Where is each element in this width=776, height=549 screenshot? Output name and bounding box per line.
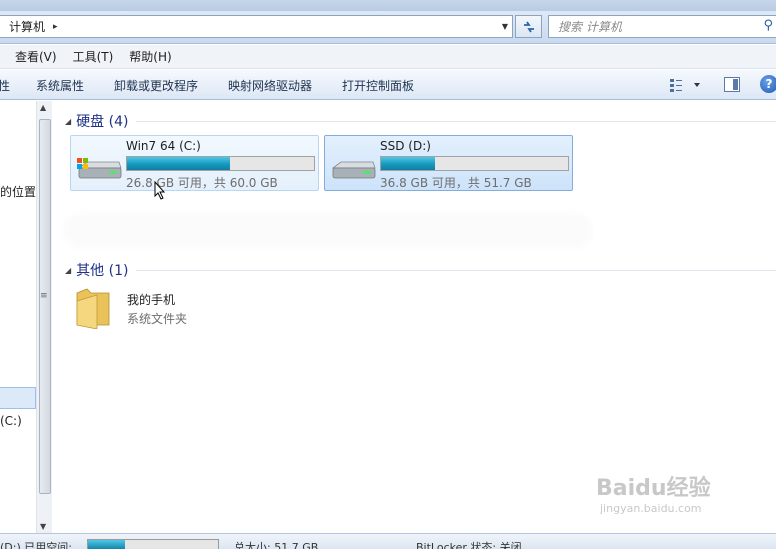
watermark-logo: Baidu经验 [596,476,711,501]
scroll-up-icon[interactable]: ▲ [40,103,46,112]
scroll-grip-icon: ≡ [40,291,47,301]
collapse-arrow-icon[interactable]: ◢ [65,117,71,126]
nav-scrollbar[interactable]: ▲ ≡ ▼ [36,101,52,533]
status-bar: (D:) 已用空间: 总大小: 51.7 GB BitLocker 状态: 关闭 [0,533,776,549]
change-view-button[interactable] [668,77,704,93]
window-titlebar [0,0,776,11]
address-dropdown-icon[interactable]: ▼ [502,22,508,31]
scroll-thumb[interactable] [39,119,51,494]
folder-icon [76,288,110,329]
folder-name: 我的手机 [127,293,176,307]
menu-view[interactable]: 查看(V) [15,48,57,65]
drive-tile-c[interactable]: Win7 64 (C:) 26.8 GB 可用，共 60.0 GB [70,135,319,191]
mouse-cursor-icon [154,181,166,200]
drive-tile-d[interactable]: SSD (D:) 36.8 GB 可用，共 51.7 GB [324,135,573,191]
group-title-other: 其他 (1) [76,263,129,279]
view-options-icon [670,79,700,92]
group-header-other[interactable]: ◢ 其他 (1) [65,260,776,280]
status-total-size: 总大小: 51.7 GB [234,541,319,549]
search-placeholder: 搜索 计算机 [558,20,622,34]
drive-capacity: 36.8 GB 可用，共 51.7 GB [380,176,532,190]
refresh-button[interactable] [515,15,542,38]
drive-usage-bar [126,156,315,171]
map-network-drive-button[interactable]: 映射网络驱动器 [228,77,312,94]
drive-usage-bar [380,156,569,171]
menu-tools[interactable]: 工具(T) [73,48,114,65]
search-input[interactable]: 搜索 计算机 ⚲ [548,15,776,38]
baidu-watermark: Baidu经验 jingyan.baidu.com [596,470,766,532]
drive-usage-fill [381,157,435,170]
nav-item-locations[interactable]: 的位置 [0,183,36,200]
drive-name: Win7 64 (C:) [126,139,201,153]
drive-capacity: 26.8 GB 可用，共 60.0 GB [126,176,278,190]
preview-pane-button[interactable] [724,77,740,92]
menu-bar: 查看(V) 工具(T) 帮助(H) [0,45,776,69]
status-drive-label: (D:) 已用空间: [0,541,72,549]
refresh-icon [523,21,534,32]
watermark-site: jingyan.baidu.com [600,502,702,515]
collapse-arrow-icon[interactable]: ◢ [65,266,71,275]
scroll-down-icon[interactable]: ▼ [40,522,46,531]
content-area: ◢ 硬盘 (4) Win7 64 (C:) 26.8 GB 可用，共 60.0 … [53,101,776,533]
properties-button[interactable]: 性 [0,77,10,94]
nav-item-selected[interactable] [0,387,36,409]
menu-help[interactable]: 帮助(H) [129,48,171,65]
system-properties-button[interactable]: 系统属性 [36,77,84,94]
group-divider [136,120,776,122]
navigation-pane: 的位置 (C:) ▲ ≡ ▼ [0,101,52,533]
folder-item-phone[interactable]: 我的手机 系统文件夹 [73,285,273,333]
breadcrumb-chevron-icon[interactable]: ▸ [53,22,58,32]
status-usage-bar [87,539,219,549]
erased-area [63,213,593,248]
breadcrumb-computer[interactable]: 计算机 [9,18,45,35]
drive-name: SSD (D:) [380,139,431,153]
search-icon[interactable]: ⚲ [763,18,773,33]
help-button[interactable]: ? [760,75,776,93]
status-usage-fill [88,540,126,549]
address-bar[interactable]: 计算机 ▸ ▼ [0,15,513,38]
open-control-panel-button[interactable]: 打开控制面板 [342,77,414,94]
hard-drive-windows-icon [77,158,122,179]
folder-type: 系统文件夹 [127,312,188,326]
uninstall-program-button[interactable]: 卸载或更改程序 [114,77,198,94]
command-bar: 性 系统属性 卸载或更改程序 映射网络驱动器 打开控制面板 ? [0,70,776,100]
status-bitlocker: BitLocker 状态: 关闭 [416,541,522,549]
group-divider [136,269,776,271]
group-header-hdd[interactable]: ◢ 硬盘 (4) [65,111,776,131]
drive-usage-fill [127,157,231,170]
nav-item-drive-c[interactable]: (C:) [0,414,22,428]
address-row: 计算机 ▸ ▼ 搜索 计算机 ⚲ [0,11,776,44]
group-title-hdd: 硬盘 (4) [76,114,129,130]
hard-drive-icon [331,161,376,179]
